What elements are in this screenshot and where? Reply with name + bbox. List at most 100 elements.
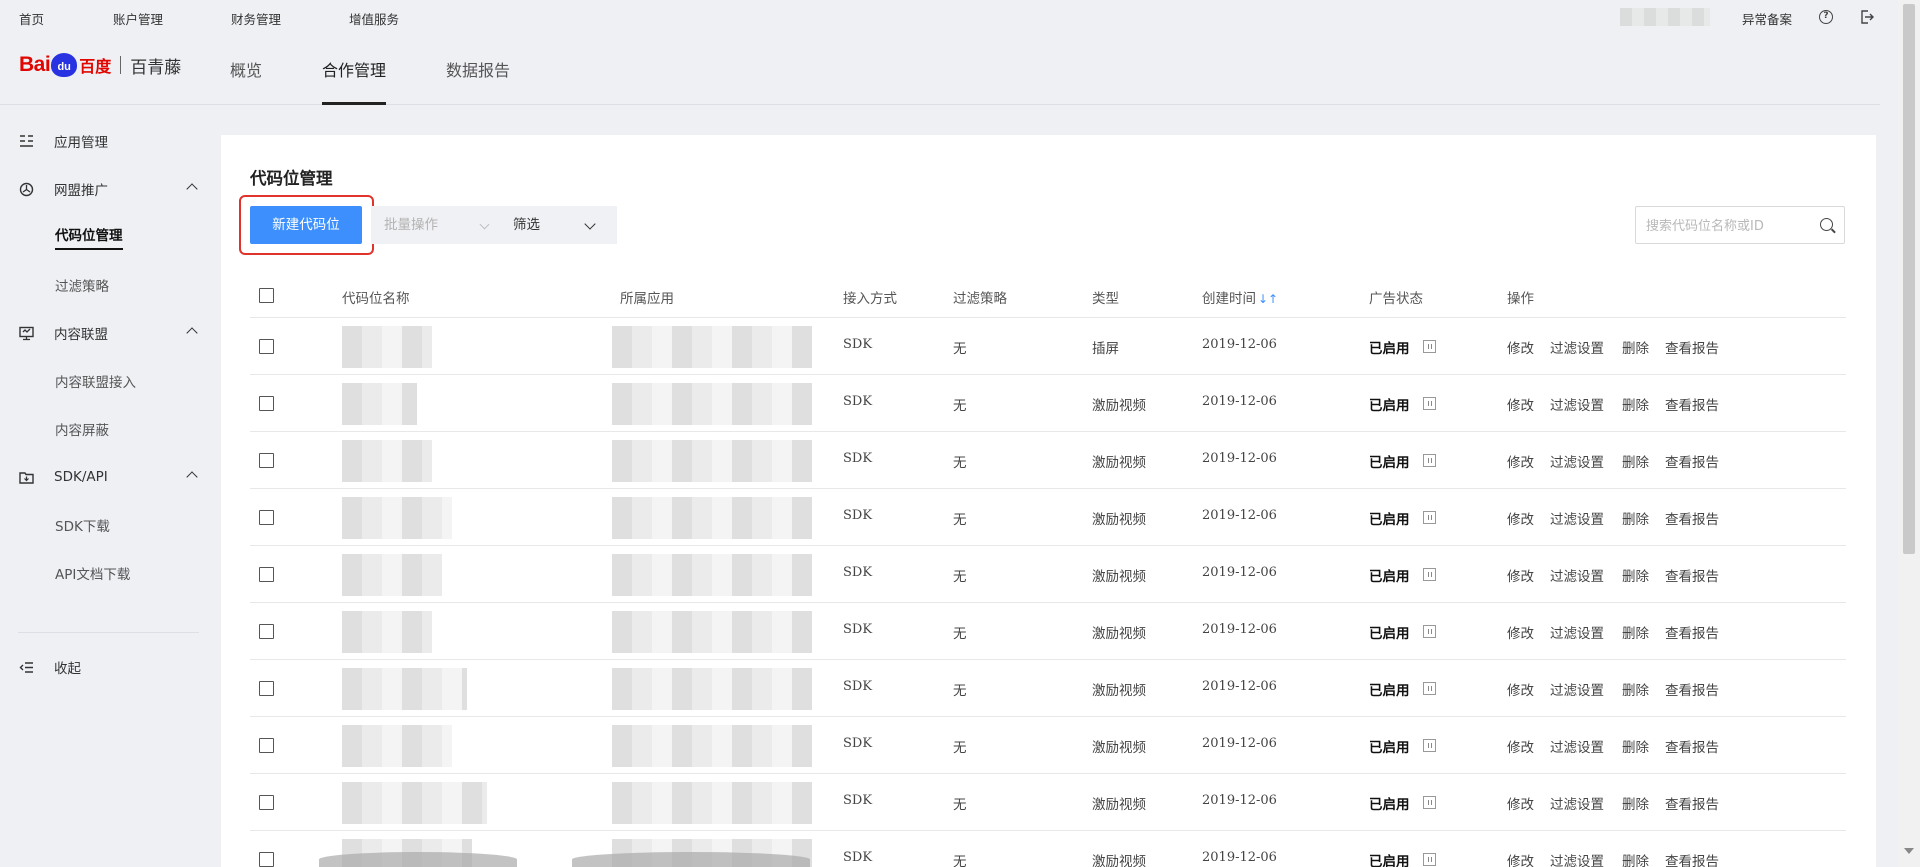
baidu-logo[interactable]: Bai du 百度 百青藤 <box>19 50 181 80</box>
sidebar-item-content-alliance[interactable]: 内容联盟 <box>0 313 210 353</box>
view-report-link[interactable]: 查看报告 <box>1665 565 1719 585</box>
pause-icon[interactable] <box>1423 739 1436 752</box>
edit-link[interactable]: 修改 <box>1507 622 1534 642</box>
view-report-link[interactable]: 查看报告 <box>1665 850 1719 867</box>
sort-icon[interactable]: ↓↑ <box>1258 292 1278 306</box>
sidebar-subitem-content-access[interactable]: 内容联盟接入 <box>0 361 210 401</box>
delete-link[interactable]: 删除 <box>1622 850 1649 867</box>
cell-filter: 无 <box>953 398 967 414</box>
row-checkbox[interactable] <box>259 567 274 582</box>
cell-type: 激励视频 <box>1092 512 1146 528</box>
sidebar-subitem-sdk-download[interactable]: SDK下载 <box>0 505 210 545</box>
view-report-link[interactable]: 查看报告 <box>1665 394 1719 414</box>
view-report-link[interactable]: 查看报告 <box>1665 451 1719 471</box>
filter-settings-link[interactable]: 过滤设置 <box>1550 736 1604 756</box>
nav-data-report[interactable]: 数据报告 <box>446 57 510 81</box>
scroll-down-arrow-icon[interactable] <box>1904 848 1914 854</box>
filter-settings-link[interactable]: 过滤设置 <box>1550 565 1604 585</box>
filter-settings-link[interactable]: 过滤设置 <box>1550 793 1604 813</box>
topbar-link-account[interactable]: 账户管理 <box>113 9 163 28</box>
row-checkbox[interactable] <box>259 510 274 525</box>
search-input[interactable] <box>1646 216 1811 236</box>
delete-link[interactable]: 删除 <box>1622 679 1649 699</box>
pause-icon[interactable] <box>1423 682 1436 695</box>
filter-settings-link[interactable]: 过滤设置 <box>1550 622 1604 642</box>
question-circle-icon[interactable]: ? <box>1819 10 1833 24</box>
sidebar-item-sdk-api[interactable]: SDK/API <box>0 457 210 497</box>
row-checkbox[interactable] <box>259 396 274 411</box>
new-code-slot-button[interactable]: 新建代码位 <box>250 206 362 244</box>
filter-settings-link[interactable]: 过滤设置 <box>1550 451 1604 471</box>
sidebar-subitem-filter-strategy[interactable]: 过滤策略 <box>0 265 210 305</box>
row-checkbox[interactable] <box>259 681 274 696</box>
delete-link[interactable]: 删除 <box>1622 451 1649 471</box>
edit-link[interactable]: 修改 <box>1507 565 1534 585</box>
delete-link[interactable]: 删除 <box>1622 337 1649 357</box>
filter-settings-link[interactable]: 过滤设置 <box>1550 679 1604 699</box>
edit-link[interactable]: 修改 <box>1507 337 1534 357</box>
filter-settings-link[interactable]: 过滤设置 <box>1550 508 1604 528</box>
topbar-link-finance[interactable]: 财务管理 <box>231 9 281 28</box>
delete-link[interactable]: 删除 <box>1622 622 1649 642</box>
pause-icon[interactable] <box>1423 853 1436 866</box>
view-report-link[interactable]: 查看报告 <box>1665 337 1719 357</box>
batch-operation-dropdown[interactable]: 批量操作 <box>371 206 502 244</box>
pause-icon[interactable] <box>1423 796 1436 809</box>
pause-icon[interactable] <box>1423 397 1436 410</box>
sidebar-subitem-api-doc[interactable]: API文档下载 <box>0 553 210 593</box>
edit-link[interactable]: 修改 <box>1507 508 1534 528</box>
view-report-link[interactable]: 查看报告 <box>1665 736 1719 756</box>
pause-icon[interactable] <box>1423 340 1436 353</box>
nav-cooperation[interactable]: 合作管理 <box>322 57 386 81</box>
row-checkbox[interactable] <box>259 852 274 867</box>
pause-icon[interactable] <box>1423 568 1436 581</box>
filter-settings-link[interactable]: 过滤设置 <box>1550 394 1604 414</box>
select-all-checkbox[interactable] <box>259 288 274 303</box>
scrollbar-thumb[interactable] <box>1903 4 1915 554</box>
blurred-app-name <box>612 782 812 824</box>
sidebar-item-app-manage[interactable]: 应用管理 <box>0 121 210 161</box>
view-report-link[interactable]: 查看报告 <box>1665 508 1719 528</box>
pause-icon[interactable] <box>1423 511 1436 524</box>
topbar-link-value-added[interactable]: 增值服务 <box>349 9 399 28</box>
view-report-link[interactable]: 查看报告 <box>1665 622 1719 642</box>
sidebar-subitem-content-block[interactable]: 内容屏蔽 <box>0 409 210 449</box>
sidebar-collapse-button[interactable]: 收起 <box>0 647 210 687</box>
anomaly-record-link[interactable]: 异常备案 <box>1742 9 1792 28</box>
search-icon[interactable] <box>1820 218 1833 231</box>
delete-link[interactable]: 删除 <box>1622 565 1649 585</box>
view-report-link[interactable]: 查看报告 <box>1665 793 1719 813</box>
logout-icon[interactable] <box>1860 10 1874 24</box>
view-report-link[interactable]: 查看报告 <box>1665 679 1719 699</box>
sidebar-item-alliance[interactable]: 网盟推广 <box>0 169 210 209</box>
chevron-up-icon <box>186 327 198 339</box>
nav-overview[interactable]: 概览 <box>230 57 262 81</box>
row-checkbox[interactable] <box>259 738 274 753</box>
filter-settings-link[interactable]: 过滤设置 <box>1550 337 1604 357</box>
filter-settings-link[interactable]: 过滤设置 <box>1550 850 1604 867</box>
delete-link[interactable]: 删除 <box>1622 394 1649 414</box>
cell-filter: 无 <box>953 512 967 528</box>
edit-link[interactable]: 修改 <box>1507 679 1534 699</box>
edit-link[interactable]: 修改 <box>1507 451 1534 471</box>
pause-icon[interactable] <box>1423 454 1436 467</box>
cell-access: SDK <box>843 736 873 751</box>
sidebar-subitem-code-manage[interactable]: 代码位管理 <box>0 217 210 257</box>
delete-link[interactable]: 删除 <box>1622 736 1649 756</box>
row-checkbox[interactable] <box>259 795 274 810</box>
edit-link[interactable]: 修改 <box>1507 736 1534 756</box>
row-checkbox[interactable] <box>259 453 274 468</box>
row-checkbox[interactable] <box>259 339 274 354</box>
row-checkbox[interactable] <box>259 624 274 639</box>
vertical-scrollbar[interactable] <box>1898 0 1920 867</box>
edit-link[interactable]: 修改 <box>1507 394 1534 414</box>
logo-paw-icon: du <box>51 53 78 77</box>
topbar-link-home[interactable]: 首页 <box>19 9 44 28</box>
delete-link[interactable]: 删除 <box>1622 508 1649 528</box>
filter-dropdown[interactable]: 筛选 <box>493 206 617 244</box>
edit-link[interactable]: 修改 <box>1507 850 1534 867</box>
delete-link[interactable]: 删除 <box>1622 793 1649 813</box>
pause-icon[interactable] <box>1423 625 1436 638</box>
edit-link[interactable]: 修改 <box>1507 793 1534 813</box>
col-created[interactable]: 创建时间 ↓↑ <box>1202 287 1278 307</box>
